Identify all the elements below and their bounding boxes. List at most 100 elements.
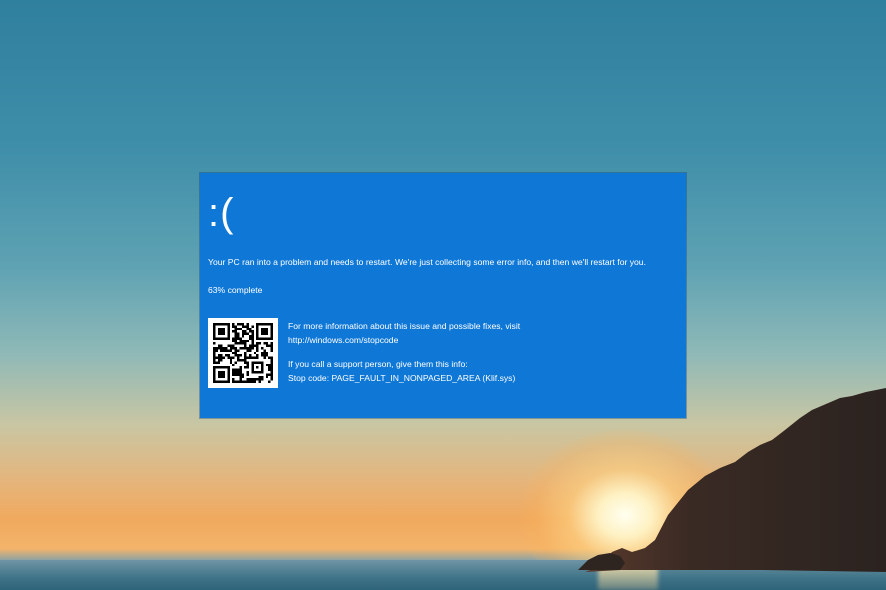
qr-module [237,373,240,376]
qr-module [239,337,242,340]
qr-module [265,354,269,357]
qr-module [234,354,237,357]
qr-module [237,327,240,331]
qr-module [232,325,235,328]
qr-module [234,361,237,364]
qr-module [229,361,233,364]
stop-code: Stop code: PAGE_FAULT_IN_NONPAGED_AREA (… [288,373,516,383]
qr-module [263,342,266,345]
qr-module [237,380,240,383]
qr-module [237,335,240,338]
qr-module [225,347,228,350]
qr-module [246,332,249,335]
support-prompt: If you call a support person, give them … [288,359,468,369]
qr-module [244,366,247,369]
qr-module [227,349,230,352]
qr-module [251,339,254,343]
qr-module [237,332,240,335]
qr-module [225,349,228,352]
qr-module [265,342,269,345]
qr-module [253,344,257,347]
qr-module [244,380,247,383]
qr-module [270,356,273,359]
qr-module [270,371,273,374]
qr-module [229,356,233,359]
qr-module [261,351,264,355]
qr-module [215,356,218,359]
qr-module [232,368,235,371]
qr-module [265,363,269,367]
qr-module [244,332,247,335]
qr-module [237,368,240,371]
qr-module [249,349,252,352]
qr-module [234,373,237,376]
qr-module [249,337,252,340]
qr-module [234,371,237,374]
qr-module [220,349,223,352]
qr-module [232,380,235,383]
qr-module [213,359,216,362]
qr-module [270,368,273,371]
qr-module [256,378,259,381]
qr-module [246,371,249,374]
qr-module [251,342,254,345]
qr-module [234,342,237,345]
qr-module [263,349,266,352]
qr-module [246,339,249,343]
qr-module [263,354,266,357]
qr-module [251,378,254,381]
qr-module [244,354,247,357]
qr-module [220,359,223,362]
qr-module [244,325,247,328]
qr-module [256,347,259,350]
qr-module [246,363,249,367]
qr-module [268,380,271,383]
qr-module [234,339,237,343]
qr-module [215,349,218,352]
qr-module [246,361,249,364]
qr-module [239,359,242,362]
qr-module [225,354,228,357]
qr-module [249,330,252,333]
qr-module [270,373,273,376]
qr-module [261,375,264,379]
qr-module [237,356,240,359]
qr-module [251,347,254,350]
qr-module [239,366,242,369]
qr-module [227,356,230,359]
qr-module [237,354,240,357]
qr-module [215,347,218,350]
qr-module [213,347,216,350]
stop-code-info: For more information about this issue an… [288,319,520,385]
qr-module [244,347,247,350]
sad-face-emoticon: :( [208,191,235,235]
qr-module [258,342,261,345]
qr-module [213,351,216,355]
qr-module [261,354,264,357]
qr-module [232,373,235,376]
qr-module [232,363,235,367]
qr-module [253,380,257,383]
qr-module [270,375,273,379]
qr-module [239,347,242,350]
qr-module [251,332,254,335]
qr-module [232,378,235,381]
qr-module [239,323,242,326]
qr-code-icon [208,318,278,388]
qr-module [237,349,240,352]
stopcode-url: http://windows.com/stopcode [288,335,399,345]
qr-module [246,378,249,381]
qr-module [270,361,273,364]
qr-module [244,342,247,345]
qr-module [215,361,218,364]
qr-module [234,325,237,328]
qr-module [241,330,245,333]
qr-module [234,380,237,383]
qr-module [256,342,259,345]
qr-module [249,335,252,338]
qr-module [241,359,245,362]
qr-module [246,325,249,328]
qr-module [244,356,247,359]
qr-module [213,354,216,357]
qr-module [270,347,273,350]
